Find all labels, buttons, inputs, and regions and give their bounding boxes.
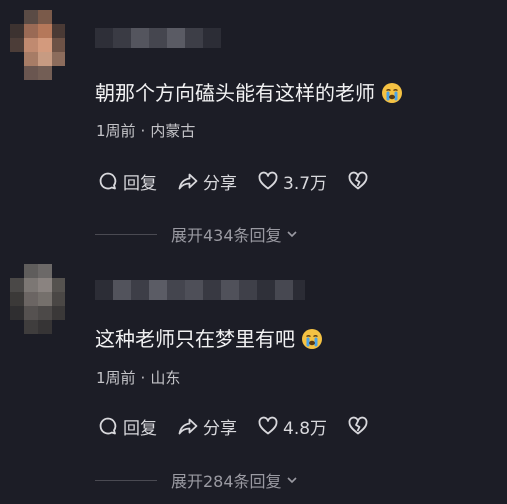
avatar[interactable]: [10, 10, 65, 80]
heart-icon: [258, 171, 278, 190]
reply-icon: [99, 172, 117, 190]
share-button[interactable]: 分享: [177, 169, 237, 194]
expand-replies-label: 展开434条回复: [171, 226, 282, 245]
expand-replies-button[interactable]: 展开284条回复: [95, 469, 299, 491]
crying-face-icon: [382, 83, 402, 103]
reply-button[interactable]: 回复: [97, 414, 157, 439]
comment-actions: 回复 分享 4.8万: [97, 414, 373, 439]
heart-icon: [258, 416, 278, 435]
meta-separator: ·: [140, 369, 146, 387]
like-count: 4.8万: [283, 418, 328, 439]
comment-time: 1周前: [96, 122, 136, 140]
expand-replies-label: 展开284条回复: [171, 472, 282, 491]
like-button[interactable]: 4.8万: [257, 414, 327, 439]
comment-item: 这种老师只在梦里有吧 1周前 · 山东 回复 分享 4.8万 展开284条回复: [0, 262, 507, 504]
expand-replies-button[interactable]: 展开434条回复: [95, 223, 299, 245]
comment-meta: 1周前 · 山东: [96, 367, 180, 388]
reply-button[interactable]: 回复: [97, 169, 157, 194]
comment-time: 1周前: [96, 369, 136, 387]
username-blurred[interactable]: [95, 28, 225, 48]
comment-item: 朝那个方向磕头能有这样的老师 1周前 · 内蒙古 回复 分享 3.7万 展开434条…: [0, 0, 507, 262]
comment-meta: 1周前 · 内蒙古: [96, 120, 195, 141]
comment-text: 朝那个方向磕头能有这样的老师: [95, 79, 403, 107]
share-label: 分享: [203, 418, 237, 439]
share-label: 分享: [203, 173, 237, 194]
like-button[interactable]: 3.7万: [257, 169, 327, 194]
comment-location: 内蒙古: [150, 122, 196, 140]
divider-line: [95, 233, 157, 235]
like-count: 3.7万: [283, 173, 328, 194]
comment-actions: 回复 分享 3.7万: [97, 169, 373, 194]
dislike-button[interactable]: [347, 170, 373, 192]
share-icon: [178, 418, 198, 435]
divider-line: [95, 479, 157, 481]
reply-label: 回复: [123, 418, 157, 439]
comment-text: 这种老师只在梦里有吧: [95, 325, 323, 353]
chevron-down-icon: [286, 231, 297, 238]
share-button[interactable]: 分享: [177, 414, 237, 439]
broken-heart-icon: [348, 416, 368, 435]
chevron-down-icon: [286, 477, 297, 484]
dislike-button[interactable]: [347, 415, 373, 437]
meta-separator: ·: [140, 122, 146, 140]
crying-face-icon: [302, 329, 322, 349]
username-blurred[interactable]: [95, 280, 305, 300]
reply-icon: [99, 417, 117, 435]
comment-location: 山东: [150, 369, 181, 387]
broken-heart-icon: [348, 171, 368, 190]
comment-list: 朝那个方向磕头能有这样的老师 1周前 · 内蒙古 回复 分享 3.7万 展开434条…: [0, 0, 507, 504]
reply-label: 回复: [123, 173, 157, 194]
avatar[interactable]: [10, 264, 65, 334]
share-icon: [178, 173, 198, 190]
